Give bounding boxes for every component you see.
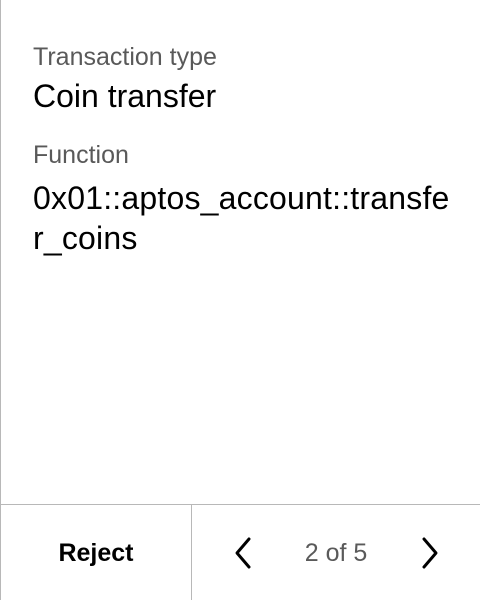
pagination: 2 of 5 <box>192 505 480 600</box>
review-transaction-screen: Transaction type Coin transfer Function … <box>0 0 480 600</box>
function-value: 0x01::aptos_account::transfer_coins <box>33 180 450 256</box>
function-label: Function <box>33 141 129 169</box>
function-field: Function 0x01::aptos_account::transfer_c… <box>33 138 450 258</box>
transaction-type-label: Transaction type <box>33 43 217 71</box>
next-page-button[interactable] <box>412 535 448 571</box>
transaction-type-field: Transaction type Coin transfer <box>33 40 450 116</box>
chevron-right-icon <box>419 536 441 570</box>
action-bar: Reject 2 of 5 <box>1 504 480 600</box>
transaction-details: Transaction type Coin transfer Function … <box>33 40 450 258</box>
reject-button[interactable]: Reject <box>1 505 192 600</box>
transaction-type-value: Coin transfer <box>33 78 217 114</box>
